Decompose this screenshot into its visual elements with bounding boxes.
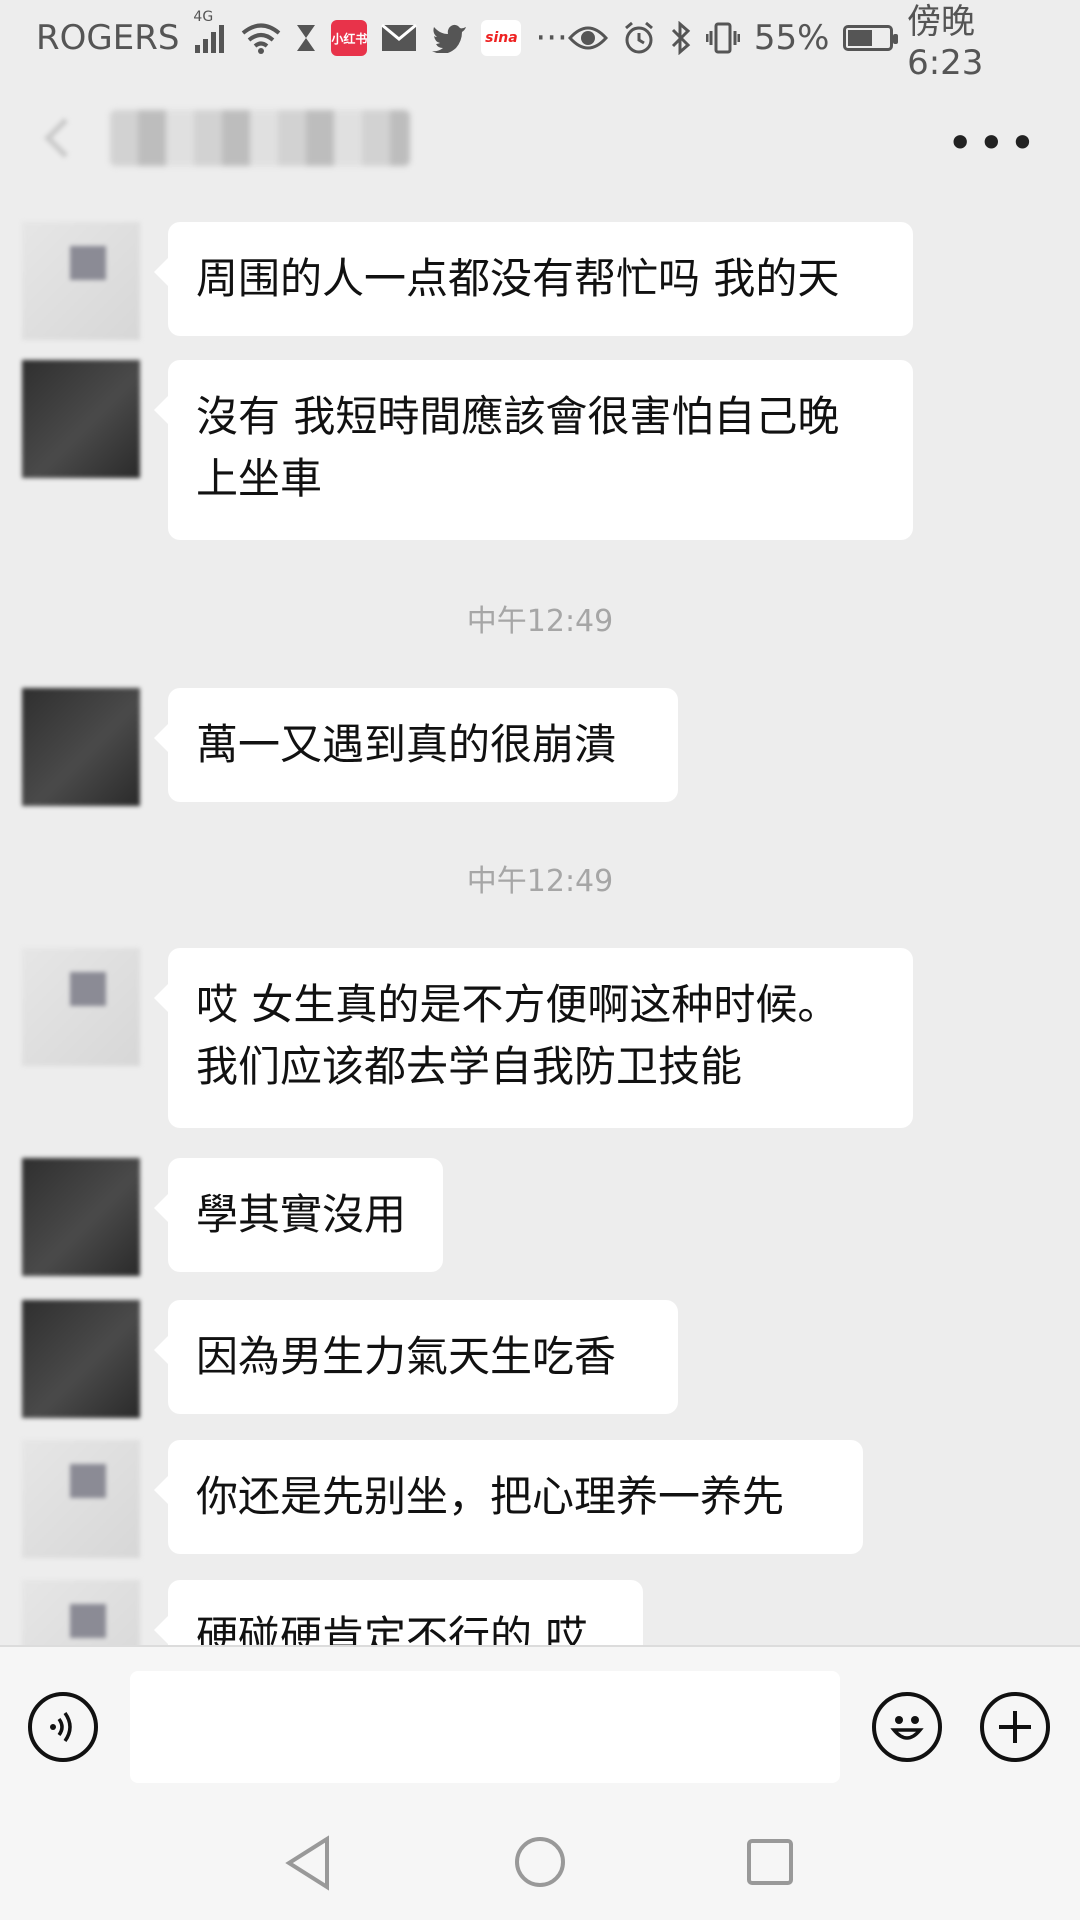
timestamp: 中午12:49 — [466, 864, 614, 899]
eye-icon — [567, 24, 608, 52]
voice-button[interactable] — [28, 1692, 98, 1762]
bluetooth-icon — [670, 21, 692, 55]
message-bubble[interactable]: 哎 女生真的是不方便啊这种时候。 我们应该都去学自我防卫技能 — [154, 948, 913, 1128]
battery-level — [848, 30, 873, 46]
battery-percent: 55% — [753, 18, 830, 58]
voice-icon — [50, 1711, 72, 1743]
battery-icon — [843, 25, 898, 51]
message-bubble[interactable]: 你还是先别坐，把心理养一养先 — [154, 1440, 863, 1554]
emoji-icon — [890, 1716, 924, 1740]
input-bar — [0, 1645, 1080, 1807]
message-input[interactable] — [130, 1671, 840, 1783]
nav-back-icon[interactable] — [283, 1835, 333, 1891]
hourglass-icon — [295, 23, 317, 53]
avatar[interactable] — [22, 1440, 140, 1558]
message-bubble[interactable]: 學其實沒用 — [154, 1158, 443, 1272]
chat-title-redacted — [110, 110, 410, 166]
alarm-icon — [622, 21, 656, 55]
wifi-icon — [241, 22, 281, 54]
xiaohongshu-icon: 小红书 — [331, 20, 367, 56]
message-bubble[interactable]: 周围的人一点都没有帮忙吗 我的天 — [154, 222, 913, 336]
avatar[interactable] — [22, 360, 140, 478]
chat-header: ••• — [0, 80, 1080, 200]
avatar[interactable] — [22, 1158, 140, 1276]
message-bubble[interactable]: 硬碰硬肯定不行的 哎 — [154, 1580, 643, 1645]
carrier-label: ROGERS — [36, 18, 180, 58]
timestamp: 中午12:49 — [466, 604, 614, 639]
avatar[interactable] — [22, 948, 140, 1066]
message-bubble[interactable]: 萬一又遇到真的很崩潰 — [154, 688, 678, 802]
sina-icon: sina — [481, 20, 522, 56]
back-icon[interactable] — [30, 108, 90, 168]
avatar[interactable] — [22, 1580, 140, 1645]
message-bubble[interactable]: 因為男生力氣天生吃香 — [154, 1300, 678, 1414]
network-label: 4G — [193, 9, 214, 25]
nav-recents-icon[interactable] — [745, 1837, 795, 1887]
system-nav-bar — [0, 1805, 1080, 1920]
more-notifications-icon: ··· — [535, 18, 568, 58]
avatar[interactable] — [22, 222, 140, 340]
chat-messages: 周围的人一点都没有帮忙吗 我的天沒有 我短時間應該會很害怕自己晚 上坐車中午12… — [0, 200, 1080, 1645]
plus-button[interactable] — [980, 1692, 1050, 1762]
more-button[interactable]: ••• — [947, 120, 1040, 166]
vibrate-icon — [705, 21, 740, 55]
nav-home-icon[interactable] — [513, 1835, 567, 1889]
signal-icon: 4G — [193, 9, 227, 53]
clock: 傍晚6:23 — [907, 1, 984, 83]
emoji-button[interactable] — [872, 1692, 942, 1762]
status-left: ROGERS 4G 小红书 sina ··· — [36, 9, 568, 58]
message-bubble[interactable]: 沒有 我短時間應該會很害怕自己晚 上坐車 — [154, 360, 913, 540]
avatar[interactable] — [22, 688, 140, 806]
plus-icon — [999, 1711, 1031, 1743]
mail-icon — [381, 24, 418, 52]
avatar[interactable] — [22, 1300, 140, 1418]
status-bar: ROGERS 4G 小红书 sina ··· 55% 傍晚6:23 — [0, 0, 1080, 83]
twitter-icon — [431, 23, 467, 53]
status-right: 55% 傍晚6:23 — [567, 0, 1044, 83]
